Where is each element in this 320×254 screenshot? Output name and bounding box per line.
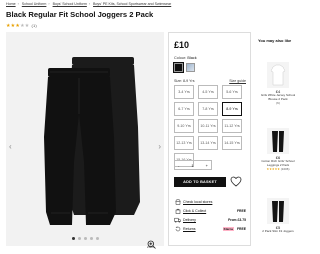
- size-guide-link[interactable]: Size guide: [229, 79, 246, 83]
- item-name[interactable]: Cotton Rich Girls' School Leggings 2 Pac…: [258, 159, 298, 167]
- size-option[interactable]: 5-6 Yrs: [222, 85, 242, 99]
- item-name[interactable]: Girls White Jersey School Blouse 2 Pack: [258, 93, 298, 101]
- breadcrumb: Home › School Uniform › Boys' School Unifo…: [6, 2, 172, 6]
- product-price: £10: [174, 40, 190, 50]
- size-selector: 3-4 Yrs 4-5 Yrs 5-6 Yrs 6-7 Yrs 7-8 Yrs …: [174, 85, 246, 167]
- click-collect-value: FREE: [236, 209, 246, 213]
- also-like-item[interactable]: £5 2 Pack Slim Fit Joggers: [258, 198, 298, 234]
- heart-icon[interactable]: [230, 175, 242, 188]
- product-thumbnail[interactable]: [267, 128, 289, 154]
- click-collect-label[interactable]: Click & Collect: [183, 209, 237, 213]
- size-option[interactable]: 12-13 Yrs: [174, 136, 194, 150]
- product-thumbnail[interactable]: [267, 62, 289, 88]
- zoom-button[interactable]: Zoom: [147, 236, 157, 250]
- item-name[interactable]: 2 Pack Slim Fit Joggers: [258, 229, 298, 234]
- breadcrumb-pe-kits[interactable]: Boys' PE Kits, School Sportswear and Swi…: [93, 2, 171, 6]
- gallery-dot[interactable]: [96, 237, 99, 240]
- click-collect-row: Click & Collect FREE: [174, 208, 246, 214]
- size-option[interactable]: 7-8 Yrs: [198, 102, 218, 116]
- returns-label[interactable]: Returns: [183, 227, 223, 231]
- zoom-label: Zoom: [147, 245, 155, 249]
- product-image-gallery[interactable]: ‹ ›: [6, 32, 164, 246]
- gallery-dot[interactable]: [72, 237, 75, 240]
- breadcrumb-school-uniform[interactable]: School Uniform: [22, 2, 47, 6]
- returns-icon: [174, 226, 181, 232]
- breadcrumb-boys-uniform[interactable]: Boys' School Uniform: [53, 2, 87, 6]
- delivery-value: From £3.75: [228, 218, 246, 222]
- gallery-dot[interactable]: [78, 237, 81, 240]
- colour-value: Black: [187, 56, 197, 60]
- returns-row: Returns Klarna FREE: [174, 226, 246, 232]
- chevron-right-icon[interactable]: ›: [158, 142, 161, 151]
- item-review-count: (1006): [280, 167, 290, 172]
- product-title: Black Regular Fit School Joggers 2 Pack: [6, 10, 154, 19]
- size-option[interactable]: 10-11 Yrs: [198, 119, 218, 133]
- item-rating: (6): [258, 101, 298, 105]
- size-option[interactable]: 9-10 Yrs: [174, 119, 194, 133]
- colour-label: Colour: Black: [174, 56, 197, 60]
- quantity-decrease-button[interactable]: -: [178, 163, 179, 168]
- klarna-badge: Klarna: [222, 227, 234, 231]
- also-like-title: You may also like: [258, 38, 292, 43]
- size-option[interactable]: 6-7 Yrs: [174, 102, 194, 116]
- size-option[interactable]: 4-5 Yrs: [198, 85, 218, 99]
- delivery-row: Delivery From £3.75: [174, 217, 246, 223]
- star-icon: ★★★: [6, 23, 21, 29]
- check-stores-row[interactable]: Check local stores: [174, 199, 246, 205]
- item-rating: ★★★★★ (1006): [266, 167, 290, 172]
- also-like-item[interactable]: £4 Girls White Jersey School Blouse 2 Pa…: [258, 62, 298, 105]
- quantity-stepper: - 1 +: [174, 160, 212, 170]
- size-option[interactable]: 13-14 Yrs: [198, 136, 218, 150]
- star-empty-icon: ★★: [20, 23, 30, 29]
- also-like-item[interactable]: £6 Cotton Rich Girls' School Leggings 2 …: [258, 128, 298, 171]
- click-collect-icon: [174, 208, 181, 214]
- item-review-count: (6): [276, 101, 280, 106]
- quantity-increase-button[interactable]: +: [206, 163, 208, 168]
- review-count: (1): [31, 23, 37, 28]
- size-option[interactable]: 3-4 Yrs: [174, 85, 194, 99]
- gallery-dot[interactable]: [90, 237, 93, 240]
- gallery-dot[interactable]: [84, 237, 87, 240]
- size-option-selected[interactable]: 8-9 Yrs: [222, 102, 242, 116]
- delivery-label[interactable]: Delivery: [183, 218, 228, 222]
- quantity-value[interactable]: 1: [191, 163, 193, 168]
- size-label: Size: 8-9 Yrs: [174, 79, 195, 83]
- product-rating[interactable]: ★★★★★ (1): [6, 23, 37, 29]
- colour-swatch-alt[interactable]: [186, 63, 195, 72]
- colour-swatch-black[interactable]: [172, 61, 185, 74]
- product-thumbnail[interactable]: [267, 198, 289, 224]
- check-stores-link[interactable]: Check local stores: [183, 200, 246, 204]
- returns-value: FREE: [236, 227, 246, 231]
- gallery-dots: [72, 237, 99, 240]
- size-header: Size: 8-9 Yrs Size guide: [174, 79, 246, 83]
- size-option[interactable]: 11-12 Yrs: [222, 119, 242, 133]
- delivery-truck-icon: [174, 217, 181, 223]
- joggers-image: [44, 57, 140, 225]
- store-icon: [174, 199, 181, 205]
- add-to-basket-button[interactable]: ADD TO BASKET: [174, 177, 226, 187]
- chevron-left-icon[interactable]: ‹: [9, 142, 12, 151]
- breadcrumb-home[interactable]: Home: [6, 2, 16, 6]
- size-option[interactable]: 14-15 Yrs: [222, 136, 242, 150]
